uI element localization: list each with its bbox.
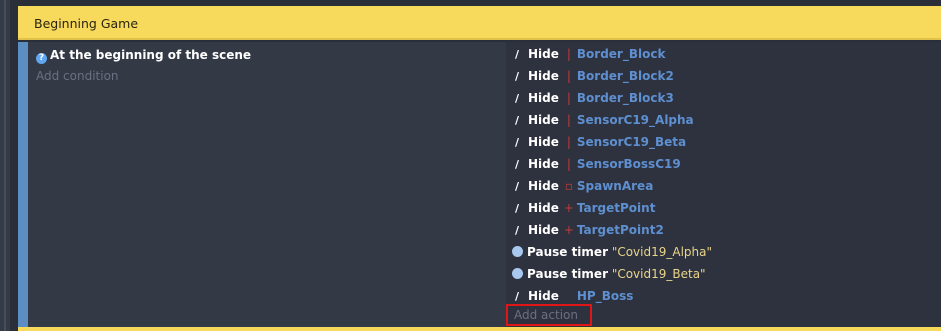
object-name: Border_Block3 [576, 91, 674, 105]
action-hide[interactable]: / Hide | Border_Block2 [512, 66, 674, 86]
action-hide[interactable]: / Hide ▫ SpawnArea [512, 176, 653, 196]
add-condition-button[interactable]: Add condition [36, 69, 119, 83]
hide-icon: / [514, 70, 520, 83]
action-hide[interactable]: / Hide | Border_Block3 [512, 88, 674, 108]
sprite-object-icon: | [566, 69, 571, 83]
area-object-icon: ▫ [564, 179, 573, 193]
text-object-icon: | [563, 286, 575, 306]
action-verb: Hide [528, 289, 559, 303]
action-verb: Hide [528, 201, 559, 215]
event-selection-bar[interactable] [18, 42, 28, 327]
action-verb: Hide [528, 179, 559, 193]
point-object-icon: + [563, 223, 574, 237]
actions-pane[interactable]: / Hide | Border_Block / Hide | Border_Block2 /… [506, 42, 941, 327]
object-name: SensorBossC19 [576, 157, 681, 171]
hide-icon: / [514, 136, 520, 149]
action-verb: Hide [528, 69, 559, 83]
next-group-header [18, 327, 941, 331]
sprite-object-icon: | [566, 157, 571, 171]
object-name: HP_Boss [576, 289, 634, 303]
hide-icon: / [514, 224, 520, 237]
sprite-object-icon: | [566, 113, 571, 127]
action-verb: Hide [528, 113, 559, 127]
action-verb: Pause timer [527, 267, 608, 281]
object-name: SensorC19_Alpha [576, 113, 694, 127]
object-name: TargetPoint [576, 201, 656, 215]
event-row[interactable]: ? At the beginning of the scene Add condi… [28, 42, 941, 327]
hide-icon: / [514, 114, 520, 127]
timer-icon [512, 268, 523, 279]
sprite-object-icon: | [566, 91, 571, 105]
add-action-button[interactable]: Add action [506, 304, 592, 326]
object-name: TargetPoint2 [576, 223, 664, 237]
action-verb: Hide [528, 91, 559, 105]
action-hide[interactable]: / Hide | SensorC19_Alpha [512, 110, 694, 130]
hide-icon: / [514, 92, 520, 105]
events-sheet: Beginning Game ? At the beginning of the … [0, 0, 941, 331]
scene-start-icon: ? [36, 53, 47, 64]
object-name: Border_Block [576, 47, 666, 61]
action-verb: Hide [528, 135, 559, 149]
action-verb: Hide [528, 47, 559, 61]
timer-name: "Covid19_Beta" [611, 267, 706, 281]
gutter-divider [4, 0, 6, 331]
action-hide[interactable]: / Hide | SensorC19_Beta [512, 132, 686, 152]
sprite-object-icon: | [566, 135, 571, 149]
point-object-icon: + [563, 201, 574, 215]
action-hide[interactable]: /Hide|HP_Boss [512, 286, 633, 306]
object-name: SpawnArea [576, 179, 654, 193]
object-name: Border_Block2 [576, 69, 674, 83]
group-title[interactable]: Beginning Game [34, 16, 138, 31]
condition-item[interactable]: ? At the beginning of the scene [36, 48, 251, 64]
action-hide[interactable]: / Hide | Border_Block [512, 44, 665, 64]
timer-name: "Covid19_Alpha" [611, 245, 713, 259]
action-pause-timer[interactable]: Pause timer "Covid19_Alpha" [512, 242, 712, 262]
timer-icon [512, 246, 523, 257]
action-hide[interactable]: / Hide | SensorBossC19 [512, 154, 681, 174]
action-pause-timer[interactable]: Pause timer "Covid19_Beta" [512, 264, 706, 284]
action-verb: Pause timer [527, 245, 608, 259]
hide-icon: / [514, 202, 520, 215]
hide-icon: / [514, 180, 520, 193]
conditions-pane[interactable]: ? At the beginning of the scene Add condi… [28, 42, 506, 327]
object-name: SensorC19_Beta [576, 135, 687, 149]
hide-icon: / [514, 158, 520, 171]
sprite-object-icon: | [566, 47, 571, 61]
group-header[interactable]: Beginning Game [18, 6, 941, 40]
left-gutter [0, 0, 10, 331]
action-hide[interactable]: / Hide + TargetPoint [512, 198, 655, 218]
action-verb: Hide [528, 223, 559, 237]
hide-icon: / [514, 48, 520, 61]
action-verb: Hide [528, 157, 559, 171]
condition-label: At the beginning of the scene [50, 48, 252, 62]
action-hide[interactable]: / Hide + TargetPoint2 [512, 220, 664, 240]
